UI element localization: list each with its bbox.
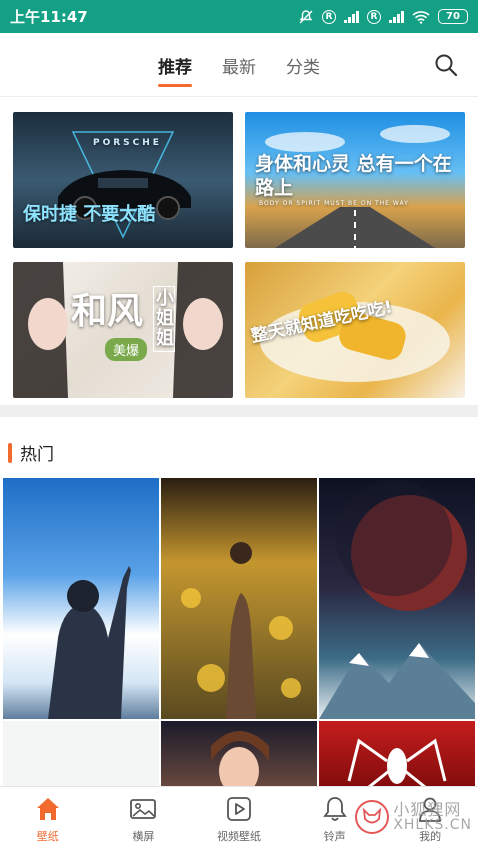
wallpaper-tile[interactable] xyxy=(3,721,159,791)
wallpaper-tile[interactable] xyxy=(319,478,475,719)
nav-video-wallpaper[interactable]: 视频壁纸 xyxy=(191,787,287,850)
nav-landscape[interactable]: 横屏 xyxy=(96,787,192,850)
banner-wafu-title: 和风 xyxy=(71,291,144,332)
nav-landscape-label: 横屏 xyxy=(132,830,155,843)
section-accent-bar xyxy=(8,442,12,463)
status-bar: 上午11:47 R R 70 xyxy=(0,0,478,33)
wifi-icon xyxy=(412,10,430,24)
spider-icon xyxy=(347,738,447,791)
sim2-icon: R xyxy=(367,9,381,24)
wallpaper-tile[interactable] xyxy=(161,478,317,719)
status-icons: R R 70 xyxy=(298,9,468,25)
watermark: 小狐狸网 XHLKS.CN xyxy=(355,800,472,834)
wallpaper-tile[interactable] xyxy=(3,478,159,719)
status-time: 上午11:47 xyxy=(10,8,88,26)
watermark-line2: XHLKS.CN xyxy=(393,817,472,834)
nav-video-label: 视频壁纸 xyxy=(216,830,261,843)
banner-wafu[interactable]: 和风 小姐姐 美爆 xyxy=(13,262,233,398)
nav-wallpaper[interactable]: 壁纸 xyxy=(0,787,96,850)
banner-porsche-sub: PORSCHE xyxy=(93,138,162,148)
nav-ringtone-label: 铃声 xyxy=(323,830,346,843)
mute-icon xyxy=(299,9,313,23)
car-illustration xyxy=(58,131,191,239)
battery-icon: 70 xyxy=(438,9,468,24)
flower-field-illustration xyxy=(181,542,301,719)
home-icon xyxy=(36,798,59,820)
top-nav: 推荐 最新 分类 xyxy=(0,33,478,97)
signal-icon-2 xyxy=(389,10,404,23)
tab-category[interactable]: 分类 xyxy=(286,53,320,78)
sim1-icon: R xyxy=(322,9,336,24)
hot-section-header: 热门 xyxy=(8,440,54,465)
watermark-text: 小狐狸网 XHLKS.CN xyxy=(393,799,472,834)
banner-food[interactable]: 整天就知道吃吃吃! xyxy=(245,262,465,398)
planet-illustration xyxy=(319,480,475,719)
banner-road-title: 身体和心灵 总有一个在路上 xyxy=(255,153,452,199)
banner-porsche-title: 保时捷 不要太酷 xyxy=(23,204,156,225)
section-divider xyxy=(0,405,478,417)
signal-icon xyxy=(344,10,359,23)
portrait-illustration xyxy=(211,731,269,791)
nav-wallpaper-label: 壁纸 xyxy=(36,830,59,843)
banner-wafu-badge: 美爆 xyxy=(105,338,148,361)
wallpaper-tile[interactable] xyxy=(161,721,317,791)
tab-bar: 推荐 最新 分类 xyxy=(0,53,478,87)
play-icon xyxy=(227,797,251,821)
banner-porsche[interactable]: PORSCHE 保时捷 不要太酷 xyxy=(13,112,233,248)
banner-road-sub: BODY OR SPIRIT MUST BE ON THE WAY xyxy=(259,200,409,207)
hot-section-title: 热门 xyxy=(20,445,54,465)
banner-wafu-sub: 小姐姐 xyxy=(153,286,175,352)
tab-recommended[interactable]: 推荐 xyxy=(158,53,192,87)
banner-road[interactable]: 身体和心灵 总有一个在路上 BODY OR SPIRIT MUST BE ON … xyxy=(245,112,465,248)
watermark-line1: 小狐狸网 xyxy=(393,799,462,819)
search-icon[interactable] xyxy=(434,53,458,77)
image-icon xyxy=(130,799,157,819)
silhouette-illustration xyxy=(48,566,131,719)
tab-latest[interactable]: 最新 xyxy=(222,53,256,78)
wallpaper-tile[interactable] xyxy=(319,721,475,791)
fox-logo-icon xyxy=(355,800,390,834)
bell-icon xyxy=(322,797,347,821)
